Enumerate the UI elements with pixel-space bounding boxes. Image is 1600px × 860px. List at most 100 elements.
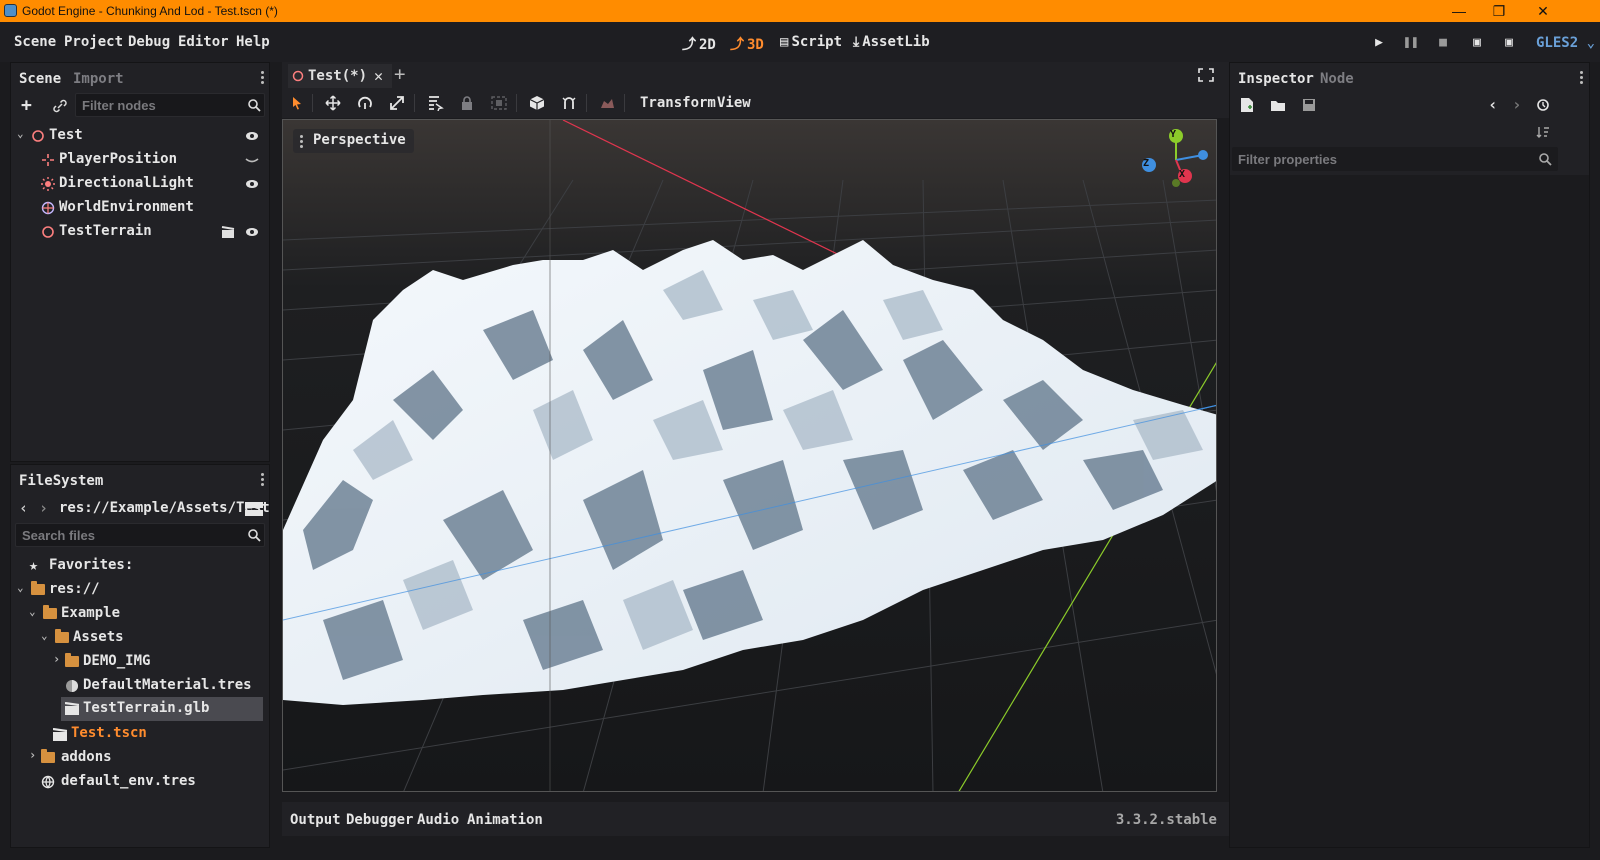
- collapse-arrow-icon[interactable]: ⌄: [17, 581, 24, 594]
- toolbar-divider: [624, 94, 625, 112]
- godot-logo-icon: [4, 4, 17, 17]
- filesystem-menu-icon[interactable]: [261, 471, 265, 489]
- tab-output[interactable]: Output: [290, 812, 341, 828]
- inspector-dock: Inspector Node ‹ ›: [1229, 62, 1590, 848]
- renderer-select[interactable]: GLES2 ⌄: [1536, 35, 1595, 51]
- tab-filesystem[interactable]: FileSystem: [19, 473, 103, 489]
- tree-item-playerposition[interactable]: PlayerPosition: [17, 149, 267, 171]
- move-tool-icon[interactable]: [324, 95, 342, 111]
- expand-arrow-icon[interactable]: ›: [53, 652, 60, 666]
- collapse-arrow-icon[interactable]: ⌄: [17, 127, 24, 140]
- fs-item-favorites[interactable]: ★ Favorites:: [29, 555, 265, 577]
- perspective-menu[interactable]: Perspective: [293, 129, 414, 153]
- tree-item-testterrain[interactable]: TestTerrain: [17, 221, 267, 243]
- collapse-arrow-icon[interactable]: ⌄: [29, 605, 36, 618]
- filter-properties-input[interactable]: [1232, 147, 1558, 171]
- tab-node[interactable]: Node: [1320, 71, 1354, 87]
- tab-animation[interactable]: Animation: [467, 812, 543, 828]
- fs-item-demo-img[interactable]: › DEMO_IMG: [53, 651, 265, 673]
- inspector-menu-icon[interactable]: [1580, 69, 1584, 87]
- scale-tool-icon[interactable]: [388, 95, 406, 111]
- close-tab-icon[interactable]: ✕: [374, 67, 383, 85]
- menu-scene[interactable]: Scene: [14, 34, 56, 50]
- workspace-script-button[interactable]: ▤ Script: [780, 34, 842, 50]
- history-forward-icon[interactable]: ›: [1512, 95, 1522, 114]
- expand-arrow-icon[interactable]: ›: [29, 748, 36, 762]
- menu-help[interactable]: Help: [236, 34, 270, 50]
- workspace-3d-button[interactable]: ⤴ 3D: [730, 34, 764, 54]
- toolbar-divider: [516, 94, 517, 112]
- clapper-icon[interactable]: [221, 226, 235, 238]
- menu-project[interactable]: Project: [64, 34, 123, 50]
- snap-icon[interactable]: [560, 95, 578, 111]
- menu-editor[interactable]: Editor: [178, 34, 229, 50]
- play-custom-scene-icon[interactable]: ▣: [1500, 35, 1518, 51]
- fs-item-default-env[interactable]: default_env.tres: [41, 771, 265, 793]
- tab-test-scene[interactable]: Test(*) ✕: [288, 64, 392, 88]
- fs-item-testterrain-glb[interactable]: TestTerrain.glb: [61, 697, 263, 721]
- search-files-input[interactable]: [15, 523, 265, 547]
- stop-icon[interactable]: ■: [1434, 35, 1452, 51]
- camera-override-icon[interactable]: [598, 95, 616, 111]
- tree-item-worldenvironment[interactable]: WorldEnvironment: [17, 197, 267, 219]
- play-scene-icon[interactable]: ▣: [1468, 35, 1486, 51]
- workspace-2d-button[interactable]: ⤴ 2D: [682, 34, 716, 54]
- menu-debug[interactable]: Debug: [128, 34, 170, 50]
- collapse-arrow-icon[interactable]: ⌄: [41, 629, 48, 642]
- tree-item-test[interactable]: ⌄ Test: [17, 125, 267, 147]
- add-scene-tab-icon[interactable]: +: [394, 63, 405, 85]
- lock-icon[interactable]: [458, 95, 476, 111]
- eye-icon[interactable]: [245, 226, 259, 238]
- forward-arrow-icon[interactable]: ›: [39, 499, 48, 517]
- environment-icon: [41, 775, 55, 789]
- close-window-button[interactable]: ✕: [1520, 1, 1566, 21]
- tab-scene[interactable]: Scene: [19, 71, 61, 87]
- tab-audio[interactable]: Audio: [417, 812, 459, 828]
- tab-inspector[interactable]: Inspector: [1238, 71, 1314, 87]
- fs-item-example[interactable]: ⌄ Example: [29, 603, 265, 625]
- folder-icon: [65, 653, 79, 667]
- transform-menu[interactable]: Transform: [640, 95, 716, 111]
- new-resource-icon[interactable]: [1240, 97, 1254, 113]
- save-icon[interactable]: [1302, 98, 1316, 112]
- eye-icon[interactable]: [245, 130, 259, 142]
- object-history-icon[interactable]: [1536, 98, 1550, 112]
- workspace-assetlib-button[interactable]: ⤓ AssetLib: [853, 34, 930, 50]
- play-icon[interactable]: ▶: [1370, 35, 1388, 51]
- distraction-free-icon[interactable]: [1198, 68, 1214, 82]
- fs-item-addons[interactable]: › addons: [29, 747, 265, 769]
- eye-closed-icon[interactable]: [245, 154, 259, 166]
- tab-debugger[interactable]: Debugger: [346, 812, 413, 828]
- group-icon[interactable]: [490, 95, 508, 111]
- tab-import[interactable]: Import: [73, 71, 124, 87]
- filter-nodes-input[interactable]: [75, 93, 265, 117]
- bottom-panel-bar: Output Debugger Audio Animation 3.3.2.st…: [282, 802, 1235, 836]
- back-arrow-icon[interactable]: ‹: [19, 499, 28, 517]
- view-menu[interactable]: View: [717, 95, 751, 111]
- 3d-icon: ⤴: [730, 37, 744, 53]
- open-folder-icon[interactable]: [1270, 99, 1286, 112]
- add-node-icon[interactable]: +: [21, 95, 32, 116]
- current-path[interactable]: res://Example/Assets/Test: [59, 500, 270, 516]
- rotate-tool-icon[interactable]: [356, 95, 374, 111]
- 3d-viewport[interactable]: Y Z X Perspective: [282, 119, 1217, 792]
- tree-item-directionallight[interactable]: DirectionalLight: [17, 173, 267, 195]
- fs-item-res[interactable]: ⌄ res://: [17, 579, 265, 601]
- select-tool-icon[interactable]: [288, 95, 306, 111]
- link-icon[interactable]: [53, 99, 67, 113]
- fs-item-assets[interactable]: ⌄ Assets: [41, 627, 265, 649]
- fs-item-defaultmaterial[interactable]: DefaultMaterial.tres: [65, 675, 265, 697]
- scene-dock-menu-icon[interactable]: [261, 69, 265, 87]
- split-view-icon[interactable]: [245, 501, 263, 517]
- scene-tabs-bar: Test(*) ✕ +: [282, 62, 1235, 88]
- sort-properties-icon[interactable]: [1536, 125, 1550, 139]
- fs-item-test-tscn[interactable]: Test.tscn: [53, 723, 265, 745]
- list-select-icon[interactable]: [426, 95, 444, 111]
- pause-icon[interactable]: ❚❚: [1402, 35, 1420, 51]
- gizmo-x-label: X: [1179, 169, 1186, 180]
- eye-icon[interactable]: [245, 178, 259, 190]
- history-back-icon[interactable]: ‹: [1488, 95, 1498, 114]
- perspective-label: Perspective: [313, 132, 406, 148]
- local-space-icon[interactable]: [528, 95, 546, 111]
- restore-button[interactable]: ❐: [1476, 1, 1522, 21]
